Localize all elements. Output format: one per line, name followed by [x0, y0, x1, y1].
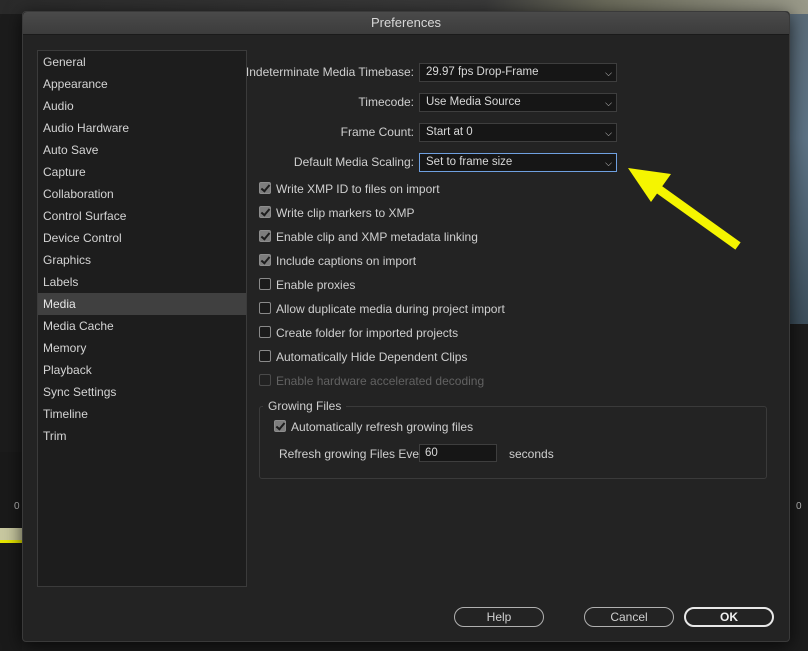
- preferences-sidebar: General Appearance Audio Audio Hardware …: [37, 50, 247, 587]
- checkbox-unchecked-icon[interactable]: [259, 278, 271, 290]
- checkbox-label: Allow duplicate media during project imp…: [276, 302, 505, 316]
- preferences-dialog: Preferences General Appearance Audio Aud…: [22, 11, 790, 642]
- checkbox-checked-icon[interactable]: [274, 420, 286, 432]
- checkbox-disabled-icon: [259, 374, 271, 386]
- help-button[interactable]: Help: [454, 607, 544, 627]
- checkbox-label: Include captions on import: [276, 254, 417, 268]
- frame-count-value: Start at 0: [426, 126, 473, 138]
- checkbox-label: Automatically refresh growing files: [291, 420, 474, 434]
- sidebar-item-graphics[interactable]: Graphics: [38, 249, 246, 271]
- dialog-title: Preferences: [23, 12, 789, 35]
- checkbox-label: Write clip markers to XMP: [276, 206, 415, 220]
- sidebar-item-control-surface[interactable]: Control Surface: [38, 205, 246, 227]
- background-timeline: [0, 452, 22, 651]
- scaling-value: Set to frame size: [426, 156, 513, 168]
- refresh-interval-label: Refresh growing Files Every: [279, 447, 430, 461]
- sidebar-item-sync-settings[interactable]: Sync Settings: [38, 381, 246, 403]
- sidebar-item-auto-save[interactable]: Auto Save: [38, 139, 246, 161]
- checkbox-label: Write XMP ID to files on import: [276, 182, 440, 196]
- growing-files-group: [259, 406, 767, 479]
- sidebar-item-appearance[interactable]: Appearance: [38, 73, 246, 95]
- sidebar-item-capture[interactable]: Capture: [38, 161, 246, 183]
- ok-button[interactable]: OK: [684, 607, 774, 627]
- background-timecode-right: 0: [796, 501, 802, 512]
- checkbox-unchecked-icon[interactable]: [259, 302, 271, 314]
- sidebar-item-collaboration[interactable]: Collaboration: [38, 183, 246, 205]
- timebase-value: 29.97 fps Drop-Frame: [426, 66, 539, 78]
- scaling-select[interactable]: Set to frame size ⌵: [419, 153, 617, 172]
- timecode-value: Use Media Source: [426, 96, 521, 108]
- sidebar-item-memory[interactable]: Memory: [38, 337, 246, 359]
- checkbox-checked-icon[interactable]: [259, 254, 271, 266]
- checkbox-checked-icon[interactable]: [259, 182, 271, 194]
- checkbox-unchecked-icon[interactable]: [259, 350, 271, 362]
- scaling-label: Default Media Scaling:: [293, 155, 414, 169]
- background-timecode-left: 0: [14, 501, 20, 512]
- sidebar-item-general[interactable]: General: [38, 51, 246, 73]
- chevron-down-icon: ⌵: [605, 158, 612, 168]
- refresh-interval-unit: seconds: [509, 447, 554, 461]
- refresh-interval-input[interactable]: 60: [419, 444, 497, 462]
- checkbox-label: Enable hardware accelerated decoding: [276, 374, 485, 388]
- checkbox-label: Enable proxies: [276, 278, 356, 292]
- background-timeline-marker: [0, 540, 22, 543]
- checkbox-label: Create folder for imported projects: [276, 326, 459, 340]
- chevron-down-icon: ⌵: [605, 98, 612, 108]
- timecode-select[interactable]: Use Media Source ⌵: [419, 93, 617, 112]
- growing-files-title: Growing Files: [263, 399, 347, 413]
- sidebar-item-device-control[interactable]: Device Control: [38, 227, 246, 249]
- sidebar-item-audio-hardware[interactable]: Audio Hardware: [38, 117, 246, 139]
- timebase-label: Indeterminate Media Timebase:: [245, 65, 414, 79]
- timecode-label: Timecode:: [358, 95, 414, 109]
- sidebar-item-labels[interactable]: Labels: [38, 271, 246, 293]
- checkbox-unchecked-icon[interactable]: [259, 326, 271, 338]
- sidebar-item-timeline[interactable]: Timeline: [38, 403, 246, 425]
- background-video-preview: [788, 14, 808, 324]
- frame-count-select[interactable]: Start at 0 ⌵: [419, 123, 617, 142]
- chevron-down-icon: ⌵: [605, 128, 612, 138]
- sidebar-item-media[interactable]: Media: [38, 293, 246, 315]
- sidebar-item-trim[interactable]: Trim: [38, 425, 246, 447]
- sidebar-item-audio[interactable]: Audio: [38, 95, 246, 117]
- cancel-button[interactable]: Cancel: [584, 607, 674, 627]
- sidebar-item-media-cache[interactable]: Media Cache: [38, 315, 246, 337]
- checkbox-checked-icon[interactable]: [259, 230, 271, 242]
- timebase-select[interactable]: 29.97 fps Drop-Frame ⌵: [419, 63, 617, 82]
- checkbox-label: Automatically Hide Dependent Clips: [276, 350, 468, 364]
- frame-count-label: Frame Count:: [340, 125, 414, 139]
- checkbox-label: Enable clip and XMP metadata linking: [276, 230, 478, 244]
- checkbox-checked-icon[interactable]: [259, 206, 271, 218]
- chevron-down-icon: ⌵: [605, 68, 612, 78]
- sidebar-item-playback[interactable]: Playback: [38, 359, 246, 381]
